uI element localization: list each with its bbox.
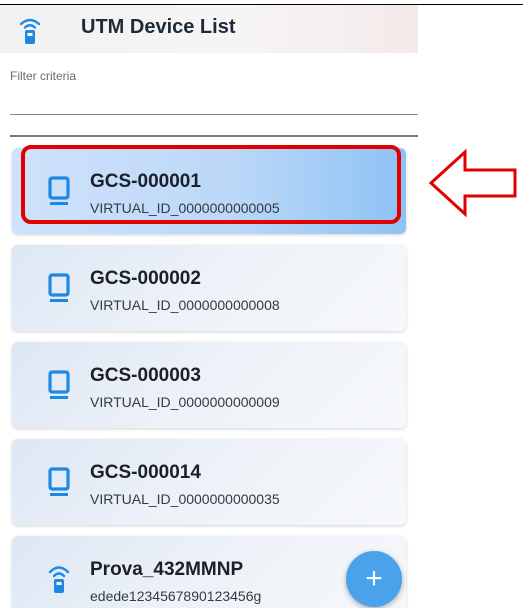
selection-highlight — [21, 145, 401, 224]
device-id: VIRTUAL_ID_0000000000008 — [90, 297, 280, 313]
monitor-icon — [48, 370, 70, 399]
arrow-left-icon — [428, 148, 517, 218]
wireless-device-icon — [19, 18, 41, 44]
app-bar: UTM Device List — [0, 5, 418, 53]
device-id: VIRTUAL_ID_0000000000035 — [90, 491, 280, 507]
page-title: UTM Device List — [81, 16, 236, 38]
device-card-2[interactable]: GCS-000002 VIRTUAL_ID_0000000000008 — [12, 245, 406, 331]
monitor-icon — [48, 467, 70, 496]
list-divider — [10, 135, 418, 137]
filter-input[interactable] — [10, 85, 418, 115]
add-device-button[interactable]: + — [346, 551, 402, 607]
device-id: VIRTUAL_ID_0000000000009 — [90, 394, 280, 410]
monitor-icon — [48, 273, 70, 302]
device-card-4[interactable]: GCS-000014 VIRTUAL_ID_0000000000035 — [12, 439, 406, 525]
device-name: GCS-000002 — [90, 268, 201, 289]
app-screen: UTM Device List Filter criteria GCS-0000… — [0, 5, 418, 608]
device-card-3[interactable]: GCS-000003 VIRTUAL_ID_0000000000009 — [12, 342, 406, 428]
device-name: GCS-000003 — [90, 365, 201, 386]
device-id: edede1234567890123456g — [90, 588, 262, 604]
device-name: GCS-000014 — [90, 462, 201, 483]
device-name: Prova_432MMNP — [90, 559, 244, 580]
wireless-device-icon — [48, 566, 70, 593]
filter-label: Filter criteria — [10, 69, 77, 83]
